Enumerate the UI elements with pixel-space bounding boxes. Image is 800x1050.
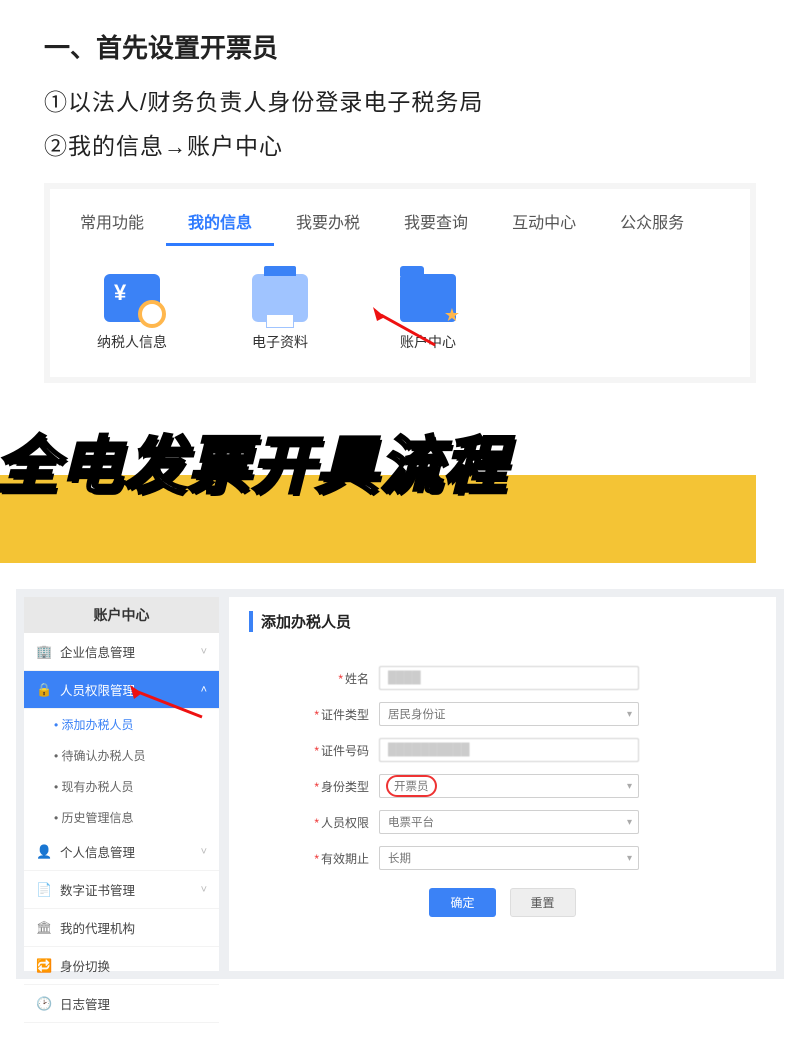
doc-icon: 📄 <box>36 882 52 898</box>
nav-icon-label: 纳税人信息 <box>82 332 182 352</box>
sidebar-sub-label: 添加办税人员 <box>62 718 134 732</box>
sidebar-item-label: 个人信息管理 <box>60 842 135 861</box>
select-role[interactable]: 开票员 ▾ <box>379 774 639 798</box>
sidebar-item-company-info[interactable]: 🏢 企业信息管理 ˅ <box>24 633 219 671</box>
select-doc-type[interactable]: 居民身份证▾ <box>379 702 639 726</box>
e-docs-icon <box>252 274 308 322</box>
arrow-right-icon: → <box>164 134 187 159</box>
step-1-text: ①以法人/财务负责人身份登录电子税务局 <box>44 83 756 117</box>
taxpayer-info-icon <box>104 274 160 322</box>
sidebar-item-label: 日志管理 <box>60 994 110 1013</box>
chevron-down-icon: ˅ <box>201 846 207 858</box>
headline-text: 全电发票开具流程 <box>0 415 508 505</box>
sidebar-item-cert[interactable]: 📄 数字证书管理 ˅ <box>24 871 219 909</box>
form-screenshot-panel: 账户中心 🏢 企业信息管理 ˅ 🔒 人员权限管理 ˄ • 添加办税人员 • 待确… <box>16 589 784 979</box>
nav-icon-e-docs[interactable]: 电子资料 <box>230 274 330 352</box>
sidebar-item-personnel-auth[interactable]: 🔒 人员权限管理 ˄ <box>24 671 219 709</box>
switch-icon: 🔁 <box>36 958 52 974</box>
step-2-part-a: ②我的信息 <box>44 133 164 159</box>
select-perm[interactable]: 电票平台▾ <box>379 810 639 834</box>
sidebar-sub-pending[interactable]: • 待确认办税人员 <box>24 740 219 771</box>
lock-icon: 🔒 <box>36 682 52 698</box>
sidebar-sub-label: 历史管理信息 <box>62 811 134 825</box>
chevron-down-icon: ▾ <box>627 709 632 720</box>
chevron-up-icon: ˄ <box>201 684 207 696</box>
sidebar-item-personal-info[interactable]: 👤 个人信息管理 ˅ <box>24 833 219 871</box>
sidebar-item-switch[interactable]: 🔁 身份切换 <box>24 947 219 985</box>
sidebar-item-label: 数字证书管理 <box>60 880 135 899</box>
form-area: 添加办税人员 *姓名 ████ *证件类型 居民身份证▾ *证件号码 █████… <box>229 597 776 971</box>
chevron-down-icon: ▾ <box>627 781 632 792</box>
nav-icon-label: 账户中心 <box>378 332 478 352</box>
label-name: *姓名 <box>249 670 379 687</box>
label-valid: *有效期止 <box>249 850 379 867</box>
account-center-icon <box>400 274 456 322</box>
tab-my-info[interactable]: 我的信息 <box>166 203 274 246</box>
clock-icon: 🕑 <box>36 996 52 1012</box>
label-doc-type: *证件类型 <box>249 706 379 723</box>
input-name[interactable]: ████ <box>379 666 639 690</box>
step-2-part-b: 账户中心 <box>187 133 283 159</box>
tab-interact[interactable]: 互动中心 <box>490 203 598 246</box>
nav-icon-account-center[interactable]: 账户中心 <box>378 274 478 352</box>
sidebar-item-agency[interactable]: 🏛 我的代理机构 <box>24 909 219 947</box>
step-2-text: ②我的信息→账户中心 <box>44 127 756 161</box>
tab-public[interactable]: 公众服务 <box>598 203 706 246</box>
sidebar-sub-add-person[interactable]: • 添加办税人员 <box>24 709 219 740</box>
nav-icon-label: 电子资料 <box>230 332 330 352</box>
top-tabs: 常用功能 我的信息 我要办税 我要查询 互动中心 公众服务 <box>58 203 742 246</box>
sidebar-item-logs[interactable]: 🕑 日志管理 <box>24 985 219 1023</box>
headline-banner: 全电发票开具流程 <box>0 415 756 575</box>
sidebar-item-label: 我的代理机构 <box>60 918 135 937</box>
sidebar-title: 账户中心 <box>24 597 219 633</box>
sidebar-sub-label: 现有办税人员 <box>62 780 134 794</box>
sidebar-item-label: 人员权限管理 <box>60 680 135 699</box>
sidebar-sub-label: 待确认办税人员 <box>62 749 146 763</box>
user-icon: 👤 <box>36 844 52 860</box>
tab-query[interactable]: 我要查询 <box>382 203 490 246</box>
sidebar-item-label: 身份切换 <box>60 956 110 975</box>
nav-screenshot-panel: 常用功能 我的信息 我要办税 我要查询 互动中心 公众服务 纳税人信息 电子资料 <box>44 183 756 383</box>
section-heading: 一、首先设置开票员 <box>44 28 756 65</box>
building-icon: 🏛 <box>36 920 52 936</box>
select-valid[interactable]: 长期▾ <box>379 846 639 870</box>
input-doc-no[interactable]: ██████████ <box>379 738 639 762</box>
company-icon: 🏢 <box>36 644 52 660</box>
label-perm: *人员权限 <box>249 814 379 831</box>
chevron-down-icon: ▾ <box>627 853 632 864</box>
sidebar-sub-existing[interactable]: • 现有办税人员 <box>24 771 219 802</box>
chevron-down-icon: ˅ <box>201 884 207 896</box>
sidebar-sub-history[interactable]: • 历史管理信息 <box>24 802 219 833</box>
tab-do-tax[interactable]: 我要办税 <box>274 203 382 246</box>
label-doc-no: *证件号码 <box>249 742 379 759</box>
sidebar-item-label: 企业信息管理 <box>60 642 135 661</box>
tab-common[interactable]: 常用功能 <box>58 203 166 246</box>
role-value-circled: 开票员 <box>388 777 435 795</box>
chevron-down-icon: ˅ <box>201 646 207 658</box>
nav-icon-taxpayer-info[interactable]: 纳税人信息 <box>82 274 182 352</box>
confirm-button[interactable]: 确定 <box>429 888 495 917</box>
form-title: 添加办税人员 <box>249 611 756 632</box>
label-role: *身份类型 <box>249 778 379 795</box>
sidebar: 账户中心 🏢 企业信息管理 ˅ 🔒 人员权限管理 ˄ • 添加办税人员 • 待确… <box>24 597 219 971</box>
chevron-down-icon: ▾ <box>627 817 632 828</box>
reset-button[interactable]: 重置 <box>510 888 576 917</box>
